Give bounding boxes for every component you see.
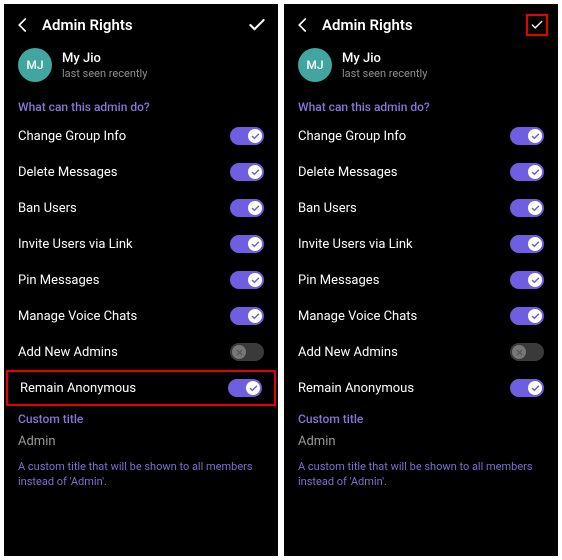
permission-row: Ban Users: [284, 190, 558, 226]
permissions-header: What can this admin do?: [284, 94, 558, 118]
permission-toggle[interactable]: [230, 343, 264, 361]
permissions-list: Change Group Info Delete Messages Ban User…: [284, 118, 558, 406]
permission-row: Manage Voice Chats: [4, 298, 278, 334]
permission-row: Ban Users: [4, 190, 278, 226]
permission-row: Change Group Info: [284, 118, 558, 154]
back-icon[interactable]: [294, 16, 312, 34]
left-screen: Admin Rights MJ My Jio last seen recentl…: [4, 4, 278, 556]
permission-label: Manage Voice Chats: [18, 309, 137, 324]
avatar: MJ: [18, 48, 52, 82]
user-name: My Jio: [342, 51, 427, 66]
permission-toggle[interactable]: [230, 127, 264, 145]
custom-title-helper: A custom title that will be shown to all…: [4, 451, 278, 500]
permission-label: Change Group Info: [298, 129, 406, 144]
permission-toggle[interactable]: [510, 379, 544, 397]
permission-row: Add New Admins: [284, 334, 558, 370]
page-title: Admin Rights: [322, 16, 516, 34]
permission-label: Add New Admins: [298, 345, 398, 360]
confirm-check-icon[interactable]: [526, 14, 548, 36]
avatar: MJ: [298, 48, 332, 82]
header: Admin Rights: [284, 4, 558, 42]
user-row[interactable]: MJ My Jio last seen recently: [4, 42, 278, 94]
permission-toggle[interactable]: [510, 343, 544, 361]
permission-toggle[interactable]: [510, 199, 544, 217]
permission-toggle[interactable]: [230, 271, 264, 289]
user-status: last seen recently: [62, 67, 147, 80]
custom-title-label: Custom title: [284, 406, 558, 430]
permission-toggle[interactable]: [230, 235, 264, 253]
permission-label: Change Group Info: [18, 129, 126, 144]
permission-label: Manage Voice Chats: [298, 309, 417, 324]
permission-label: Invite Users via Link: [18, 237, 133, 252]
permission-row: Manage Voice Chats: [284, 298, 558, 334]
back-icon[interactable]: [14, 16, 32, 34]
permission-toggle[interactable]: [230, 163, 264, 181]
permission-row: Change Group Info: [4, 118, 278, 154]
custom-title-helper: A custom title that will be shown to all…: [284, 451, 558, 500]
permission-row: Pin Messages: [4, 262, 278, 298]
permissions-header: What can this admin do?: [4, 94, 278, 118]
permission-row: Pin Messages: [284, 262, 558, 298]
permission-label: Ban Users: [298, 201, 357, 216]
permission-toggle[interactable]: [510, 307, 544, 325]
header: Admin Rights: [4, 4, 278, 42]
custom-title-input[interactable]: Admin: [284, 430, 558, 451]
permission-label: Ban Users: [18, 201, 77, 216]
user-status: last seen recently: [342, 67, 427, 80]
permission-row: Remain Anonymous: [284, 370, 558, 406]
permission-toggle[interactable]: [510, 271, 544, 289]
permission-row: Invite Users via Link: [4, 226, 278, 262]
permission-label: Delete Messages: [18, 165, 118, 180]
permission-label: Pin Messages: [298, 273, 379, 288]
permission-toggle[interactable]: [510, 235, 544, 253]
permissions-list: Change Group Info Delete Messages Ban User…: [4, 118, 278, 406]
custom-title-label: Custom title: [4, 406, 278, 430]
user-row[interactable]: MJ My Jio last seen recently: [284, 42, 558, 94]
permission-toggle[interactable]: [510, 163, 544, 181]
permission-row: Delete Messages: [284, 154, 558, 190]
permission-toggle[interactable]: [510, 127, 544, 145]
page-title: Admin Rights: [42, 16, 236, 34]
permission-toggle[interactable]: [230, 307, 264, 325]
permission-label: Remain Anonymous: [20, 381, 136, 396]
permission-label: Invite Users via Link: [298, 237, 413, 252]
right-screen: Admin Rights MJ My Jio last seen recentl…: [284, 4, 558, 556]
permission-label: Add New Admins: [18, 345, 118, 360]
permission-row: Add New Admins: [4, 334, 278, 370]
permission-label: Remain Anonymous: [298, 381, 414, 396]
permission-row: Remain Anonymous: [6, 370, 276, 406]
permission-toggle[interactable]: [230, 199, 264, 217]
permission-row: Invite Users via Link: [284, 226, 558, 262]
permission-label: Pin Messages: [18, 273, 99, 288]
permission-toggle[interactable]: [228, 379, 262, 397]
custom-title-input[interactable]: Admin: [4, 430, 278, 451]
confirm-check-icon[interactable]: [246, 14, 268, 36]
user-name: My Jio: [62, 51, 147, 66]
permission-row: Delete Messages: [4, 154, 278, 190]
permission-label: Delete Messages: [298, 165, 398, 180]
